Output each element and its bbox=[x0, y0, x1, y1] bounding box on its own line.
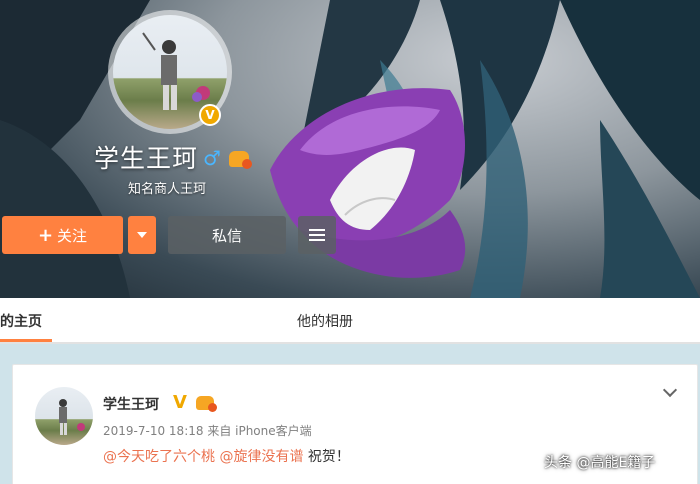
post-text: @今天吃了六个桃 @旋律没有谱 祝贺！ bbox=[103, 446, 350, 466]
message-button[interactable]: 私信 bbox=[168, 216, 286, 254]
vip-crown-icon bbox=[229, 151, 252, 169]
post-author-name[interactable]: 学生王珂 bbox=[103, 394, 159, 414]
profile-description: 知名商人王珂 bbox=[128, 182, 207, 197]
active-tab-indicator bbox=[0, 339, 52, 342]
tab-album[interactable]: 他的相册 bbox=[297, 311, 353, 331]
profile-cover: V 学生王珂 ♂ 知名商人王珂 + 关注 私信 bbox=[0, 0, 700, 298]
follow-label: 关注 bbox=[57, 226, 88, 245]
profile-name: 学生王珂 bbox=[94, 144, 199, 173]
male-icon: ♂ bbox=[203, 146, 221, 170]
watermark: 头条 @高能E籍子 bbox=[544, 455, 656, 471]
post-timestamp: 2019-7-10 18:18 来自 iPhone客户端 bbox=[103, 424, 312, 438]
post-text-tail: 祝贺！ bbox=[307, 449, 350, 465]
mention-link[interactable]: @旋律没有谱 bbox=[219, 449, 303, 465]
follow-button[interactable]: + 关注 bbox=[2, 216, 123, 254]
caret-down-icon bbox=[137, 232, 147, 238]
follow-dropdown-button[interactable] bbox=[128, 216, 156, 254]
vip-crown-icon bbox=[196, 396, 217, 412]
tab-home[interactable]: 的主页 bbox=[0, 311, 42, 331]
profile-tabs: 的主页 他的相册 bbox=[0, 298, 700, 344]
message-label: 私信 bbox=[211, 226, 242, 245]
golfer-figure bbox=[59, 399, 85, 435]
verified-v-icon: V bbox=[173, 392, 187, 413]
post-author-avatar[interactable] bbox=[35, 387, 93, 445]
plus-icon: + bbox=[37, 224, 54, 246]
verified-badge-icon: V bbox=[199, 104, 221, 126]
chevron-down-icon[interactable] bbox=[662, 382, 678, 398]
hamburger-icon bbox=[309, 229, 325, 241]
more-menu-button[interactable] bbox=[298, 216, 336, 254]
mention-link[interactable]: @今天吃了六个桃 bbox=[103, 449, 215, 465]
